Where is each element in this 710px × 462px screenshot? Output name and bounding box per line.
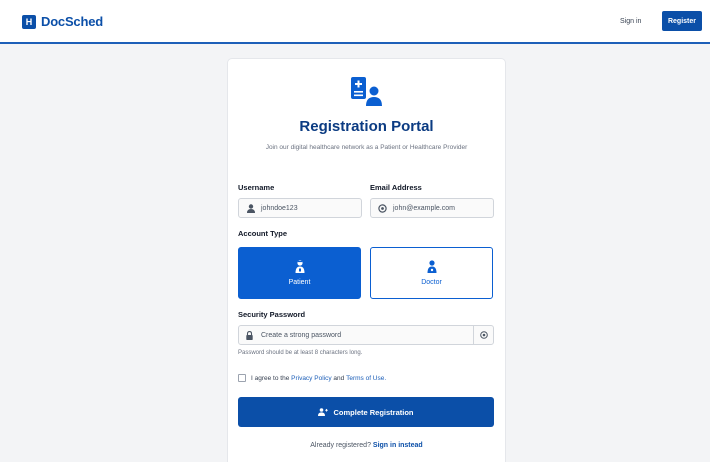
brand-name: DocSched (41, 14, 103, 29)
password-input[interactable]: Create a strong password (238, 325, 494, 345)
email-label: Email Address (370, 183, 422, 192)
user-doctor-icon (427, 260, 436, 273)
user-plus-icon (318, 408, 329, 416)
page-subtitle: Join our digital healthcare network as a… (265, 144, 468, 151)
signin-instead-link[interactable]: Sign in instead (373, 442, 423, 449)
terms-of-use-link[interactable]: Terms of Use. (346, 375, 386, 382)
doctor-label: Doctor (421, 279, 442, 286)
brand[interactable]: H DocSched (22, 14, 103, 29)
submit-label: Complete Registration (333, 407, 414, 417)
user-injured-icon (295, 260, 304, 273)
email-placeholder: john@example.com (393, 204, 455, 212)
terms-and: and (333, 374, 345, 382)
footer-prefix: Already registered? (310, 442, 371, 449)
at-sign-icon (378, 203, 387, 213)
signin-prompt: Already registered? Sign in instead (227, 442, 506, 449)
brand-logo-icon: H (22, 14, 36, 29)
terms-agreement: I agree to the Privacy Policy and Terms … (238, 374, 386, 382)
signin-link[interactable]: Sign in (620, 18, 641, 25)
top-navbar: H DocSched Sign in Register (0, 0, 710, 44)
terms-checkbox[interactable] (238, 374, 246, 382)
register-button[interactable]: Register (662, 11, 702, 31)
complete-registration-button[interactable]: Complete Registration (238, 397, 494, 427)
password-hint: Password should be at least 8 characters… (238, 350, 363, 356)
medical-user-icon (351, 77, 382, 106)
username-input[interactable]: johndoe123 (238, 198, 362, 218)
username-placeholder: johndoe123 (261, 204, 298, 212)
patient-label: Patient (288, 279, 311, 286)
account-type-patient[interactable]: Patient (238, 247, 361, 299)
page-title: Registration Portal (299, 118, 434, 135)
eye-icon (479, 331, 488, 339)
account-type-label: Account Type (238, 229, 288, 238)
privacy-policy-link[interactable]: Privacy Policy (291, 375, 331, 382)
user-icon (246, 203, 255, 213)
username-label: Username (238, 183, 275, 192)
password-placeholder: Create a strong password (261, 331, 342, 339)
lock-icon (246, 330, 255, 340)
password-label: Security Password (238, 310, 306, 319)
email-input[interactable]: john@example.com (370, 198, 494, 218)
account-type-doctor[interactable]: Doctor (370, 247, 493, 299)
terms-prefix: I agree to the (251, 374, 290, 382)
toggle-password-visibility[interactable] (473, 326, 493, 344)
